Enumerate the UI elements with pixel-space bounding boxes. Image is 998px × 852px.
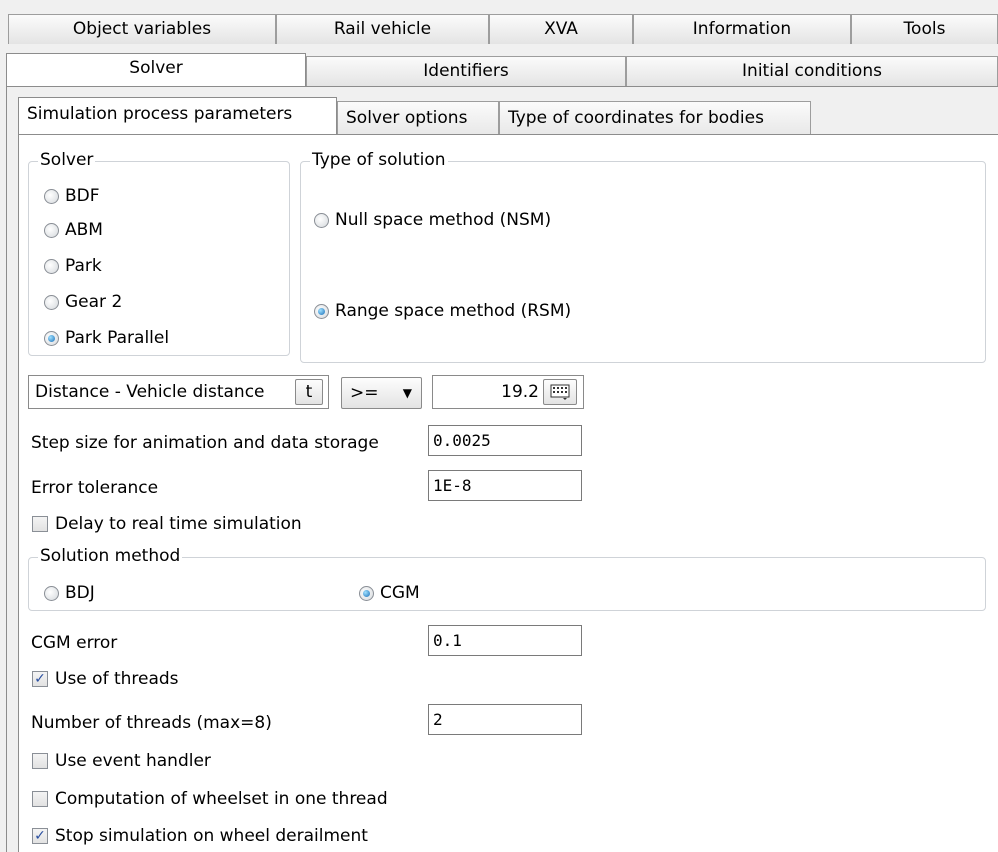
radio-cgm[interactable]: CGM: [359, 581, 420, 605]
step-size-input[interactable]: 0.0025: [428, 425, 582, 456]
radio-label: Park: [65, 256, 102, 276]
tab-type-of-coordinates[interactable]: Type of coordinates for bodies: [499, 101, 811, 135]
radio-label: Range space method (RSM): [335, 301, 572, 321]
radio-indicator: [44, 258, 59, 274]
checkbox-indicator: [32, 791, 48, 807]
radio-indicator: [44, 330, 59, 346]
radio-indicator: [44, 222, 59, 238]
radio-bdj[interactable]: BDJ: [44, 581, 95, 605]
radio-park[interactable]: Park: [44, 254, 102, 278]
checkbox-label: Stop simulation on wheel derailment: [55, 826, 368, 846]
radio-label: Park Parallel: [65, 328, 170, 348]
tab-tools[interactable]: Tools: [851, 14, 998, 44]
radio-indicator: [44, 294, 59, 310]
cgm-error-label: CGM error: [31, 633, 118, 653]
checkbox-label: Computation of wheelset in one thread: [55, 789, 388, 809]
tab-solver[interactable]: Solver: [6, 53, 306, 86]
radio-label: BDF: [65, 186, 100, 206]
checkbox-label: Use event handler: [55, 751, 211, 771]
radio-park-parallel[interactable]: Park Parallel: [44, 326, 169, 350]
tab-simulation-process-parameters[interactable]: Simulation process parameters: [18, 97, 337, 134]
error-tolerance-label: Error tolerance: [31, 478, 159, 498]
radio-gear-2[interactable]: Gear 2: [44, 290, 122, 314]
radio-indicator: [44, 585, 59, 601]
variable-select-button[interactable]: t: [295, 379, 323, 405]
stop-on-derailment-checkbox[interactable]: ✓ Stop simulation on wheel derailment: [32, 824, 368, 848]
tab-xva[interactable]: XVA: [489, 14, 633, 44]
checkbox-indicator: [32, 753, 48, 769]
checkbox-label: Use of threads: [55, 669, 179, 689]
radio-indicator: [314, 303, 329, 319]
radio-label: ABM: [65, 220, 103, 240]
end-condition-variable: Distance - Vehicle distance: [35, 382, 265, 402]
num-threads-label: Number of threads (max=8): [31, 713, 272, 733]
radio-label: CGM: [380, 583, 420, 603]
step-size-label: Step size for animation and data storage: [31, 433, 379, 453]
calculator-button[interactable]: [543, 379, 577, 405]
solver-group-legend: Solver: [38, 150, 96, 170]
solution-type-legend: Type of solution: [310, 150, 448, 170]
radio-nsm[interactable]: Null space method (NSM): [314, 208, 551, 232]
chevron-down-icon: ▼: [402, 386, 412, 400]
use-event-handler-checkbox[interactable]: Use event handler: [32, 749, 211, 773]
radio-abm[interactable]: ABM: [44, 218, 103, 242]
delay-realtime-checkbox[interactable]: Delay to real time simulation: [32, 512, 302, 536]
error-tolerance-input[interactable]: 1E-8: [428, 470, 582, 501]
solution-method-legend: Solution method: [38, 546, 183, 566]
radio-indicator: [44, 188, 59, 204]
checkbox-label: Delay to real time simulation: [55, 514, 302, 534]
radio-indicator: [359, 585, 374, 601]
checkbox-indicator: [32, 516, 48, 532]
radio-label: Null space method (NSM): [335, 210, 552, 230]
num-threads-input[interactable]: 2: [428, 704, 582, 735]
radio-rsm[interactable]: Range space method (RSM): [314, 299, 571, 323]
tab-identifiers[interactable]: Identifiers: [306, 56, 626, 86]
use-threads-checkbox[interactable]: ✓ Use of threads: [32, 667, 179, 691]
tab-object-variables[interactable]: Object variables: [8, 14, 276, 44]
end-condition-value: 19.2: [501, 382, 539, 402]
tab-rail-vehicle[interactable]: Rail vehicle: [276, 14, 489, 44]
solution-type-group: [300, 161, 986, 363]
tab-information[interactable]: Information: [633, 14, 851, 44]
radio-indicator: [314, 212, 329, 228]
checkbox-indicator: ✓: [32, 671, 48, 687]
tab-solver-options[interactable]: Solver options: [337, 101, 499, 135]
radio-label: BDJ: [65, 583, 95, 603]
end-condition-variable-box: Distance - Vehicle distance t: [28, 375, 329, 409]
checkbox-indicator: ✓: [32, 828, 48, 844]
calculator-icon: [550, 384, 570, 400]
radio-bdf[interactable]: BDF: [44, 184, 100, 208]
tab-initial-conditions[interactable]: Initial conditions: [626, 56, 998, 86]
end-condition-value-box: 19.2: [432, 375, 584, 409]
operator-dropdown[interactable]: >= ▼: [341, 377, 422, 409]
radio-label: Gear 2: [65, 292, 123, 312]
operator-value: >=: [350, 383, 379, 403]
wheelset-one-thread-checkbox[interactable]: Computation of wheelset in one thread: [32, 787, 388, 811]
cgm-error-input[interactable]: 0.1: [428, 625, 582, 656]
